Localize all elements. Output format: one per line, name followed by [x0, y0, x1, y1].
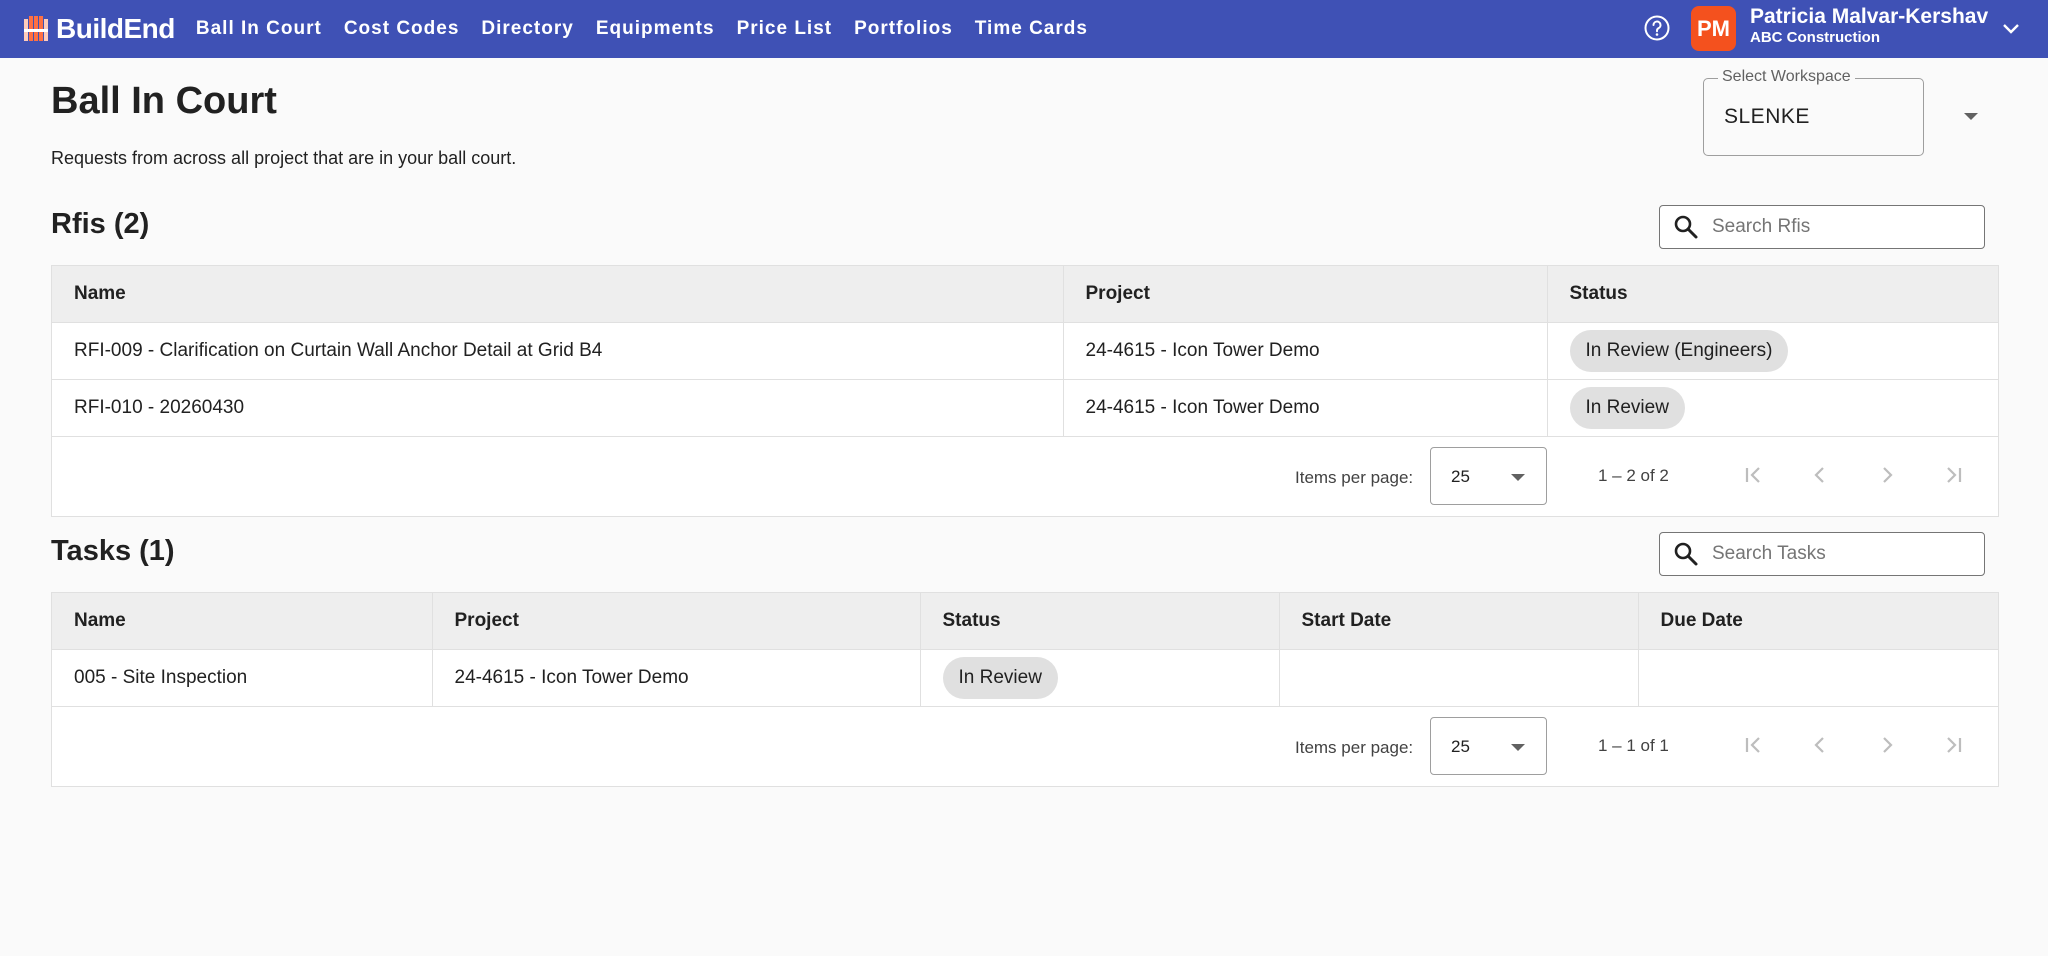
rfis-search-field[interactable]	[1659, 205, 1985, 249]
status-chip: In Review	[1569, 386, 1685, 429]
table-header-row: Name Project Status	[52, 266, 1998, 323]
nav-item-directory[interactable]: Directory	[481, 18, 573, 40]
help-circle-icon[interactable]	[1643, 14, 1671, 42]
last-page-icon[interactable]	[1940, 461, 1968, 489]
nav-item-cost-codes[interactable]: Cost Codes	[344, 18, 460, 40]
rfi-status-cell: In Review	[1547, 379, 1998, 437]
task-start-date-cell	[1279, 649, 1639, 707]
brand[interactable]: BuildEnd	[22, 0, 175, 58]
nav-item-ball-in-court[interactable]: Ball In Court	[196, 18, 322, 40]
tasks-table: Name Project Status Start Date Due Date …	[51, 592, 1999, 787]
table-row[interactable]: RFI-009 - Clarification on Curtain Wall …	[52, 322, 1998, 380]
dropdown-arrow-icon	[1511, 473, 1525, 481]
table-row[interactable]: 005 - Site Inspection 24-4615 - Icon Tow…	[52, 649, 1998, 707]
tasks-section-title: Tasks (1)	[51, 535, 175, 567]
items-per-page-label: Items per page:	[1295, 737, 1414, 757]
chevron-left-icon[interactable]	[1806, 461, 1834, 489]
rfi-project-cell: 24-4615 - Icon Tower Demo	[1063, 379, 1548, 437]
first-page-icon[interactable]	[1739, 461, 1767, 489]
user-menu[interactable]: Patricia Malvar-Kershav ABC Construction	[1750, 5, 1996, 47]
dropdown-arrow-icon[interactable]	[1964, 113, 1978, 120]
search-icon	[1674, 215, 1698, 239]
rfi-project-cell: 24-4615 - Icon Tower Demo	[1063, 322, 1548, 380]
column-header-start-date[interactable]: Start Date	[1279, 593, 1639, 650]
task-due-date-cell	[1638, 649, 1998, 707]
tasks-paginator: Items per page: 25 1 – 1 of 1	[52, 707, 1998, 786]
page-size-value: 25	[1451, 736, 1470, 756]
tasks-search-field[interactable]	[1659, 532, 1985, 576]
column-header-name[interactable]: Name	[52, 266, 1064, 323]
page-title: Ball In Court	[51, 80, 277, 122]
top-app-bar: BuildEnd Ball In Court Cost Codes Direct…	[0, 0, 2048, 58]
brand-name: BuildEnd	[56, 13, 175, 44]
task-status-cell: In Review	[920, 649, 1280, 707]
search-icon	[1674, 542, 1698, 566]
nav-item-portfolios[interactable]: Portfolios	[854, 18, 953, 40]
column-header-project[interactable]: Project	[1063, 266, 1548, 323]
rfi-status-cell: In Review (Engineers)	[1547, 322, 1998, 380]
user-name: Patricia Malvar-Kershav	[1750, 5, 1989, 28]
first-page-icon[interactable]	[1739, 731, 1767, 759]
tasks-search-input[interactable]	[1712, 543, 1972, 565]
table-row[interactable]: RFI-010 - 20260430 24-4615 - Icon Tower …	[52, 379, 1998, 437]
page-size-select[interactable]: 25	[1430, 446, 1547, 505]
rfis-search-input[interactable]	[1712, 216, 1972, 238]
column-header-project[interactable]: Project	[432, 593, 921, 650]
nav-item-price-list[interactable]: Price List	[737, 18, 833, 40]
rfi-name-cell[interactable]: RFI-009 - Clarification on Curtain Wall …	[52, 322, 1064, 380]
dropdown-arrow-icon	[1511, 743, 1525, 751]
rfi-name-cell[interactable]: RFI-010 - 20260430	[52, 379, 1064, 437]
items-per-page-label: Items per page:	[1295, 467, 1414, 487]
column-header-status[interactable]: Status	[920, 593, 1280, 650]
page-size-value: 25	[1451, 466, 1470, 486]
rfis-section-title: Rfis (2)	[51, 208, 150, 240]
last-page-icon[interactable]	[1940, 731, 1968, 759]
chevron-right-icon[interactable]	[1873, 731, 1901, 759]
workspace-select-value[interactable]: SLENKE	[1724, 105, 1810, 129]
chevron-right-icon[interactable]	[1873, 461, 1901, 489]
column-header-name[interactable]: Name	[52, 593, 433, 650]
table-header-row: Name Project Status Start Date Due Date	[52, 593, 1998, 650]
building-logo-icon	[24, 16, 48, 41]
page-subtitle: Requests from across all project that ar…	[51, 148, 517, 168]
chevron-left-icon[interactable]	[1806, 731, 1834, 759]
column-header-due-date[interactable]: Due Date	[1638, 593, 1998, 650]
task-project-cell: 24-4615 - Icon Tower Demo	[432, 649, 921, 707]
main-nav: Ball In Court Cost Codes Directory Equip…	[185, 0, 1099, 58]
avatar[interactable]: PM	[1691, 6, 1736, 51]
chevron-down-icon[interactable]	[2000, 18, 2022, 40]
column-header-status[interactable]: Status	[1547, 266, 1998, 323]
page-range-label: 1 – 2 of 2	[1598, 465, 1669, 485]
user-organization: ABC Construction	[1750, 29, 1880, 46]
status-chip: In Review	[942, 656, 1058, 699]
task-name-cell[interactable]: 005 - Site Inspection	[52, 649, 433, 707]
page-range-label: 1 – 1 of 1	[1598, 735, 1669, 755]
nav-item-equipments[interactable]: Equipments	[596, 18, 715, 40]
workspace-select-label: Select Workspace	[1718, 68, 1855, 86]
nav-item-time-cards[interactable]: Time Cards	[975, 18, 1088, 40]
rfis-table: Name Project Status RFI-009 - Clarificat…	[51, 265, 1999, 517]
rfis-paginator: Items per page: 25 1 – 2 of 2	[52, 437, 1998, 516]
page-size-select[interactable]: 25	[1430, 716, 1547, 775]
status-chip: In Review (Engineers)	[1569, 329, 1789, 372]
